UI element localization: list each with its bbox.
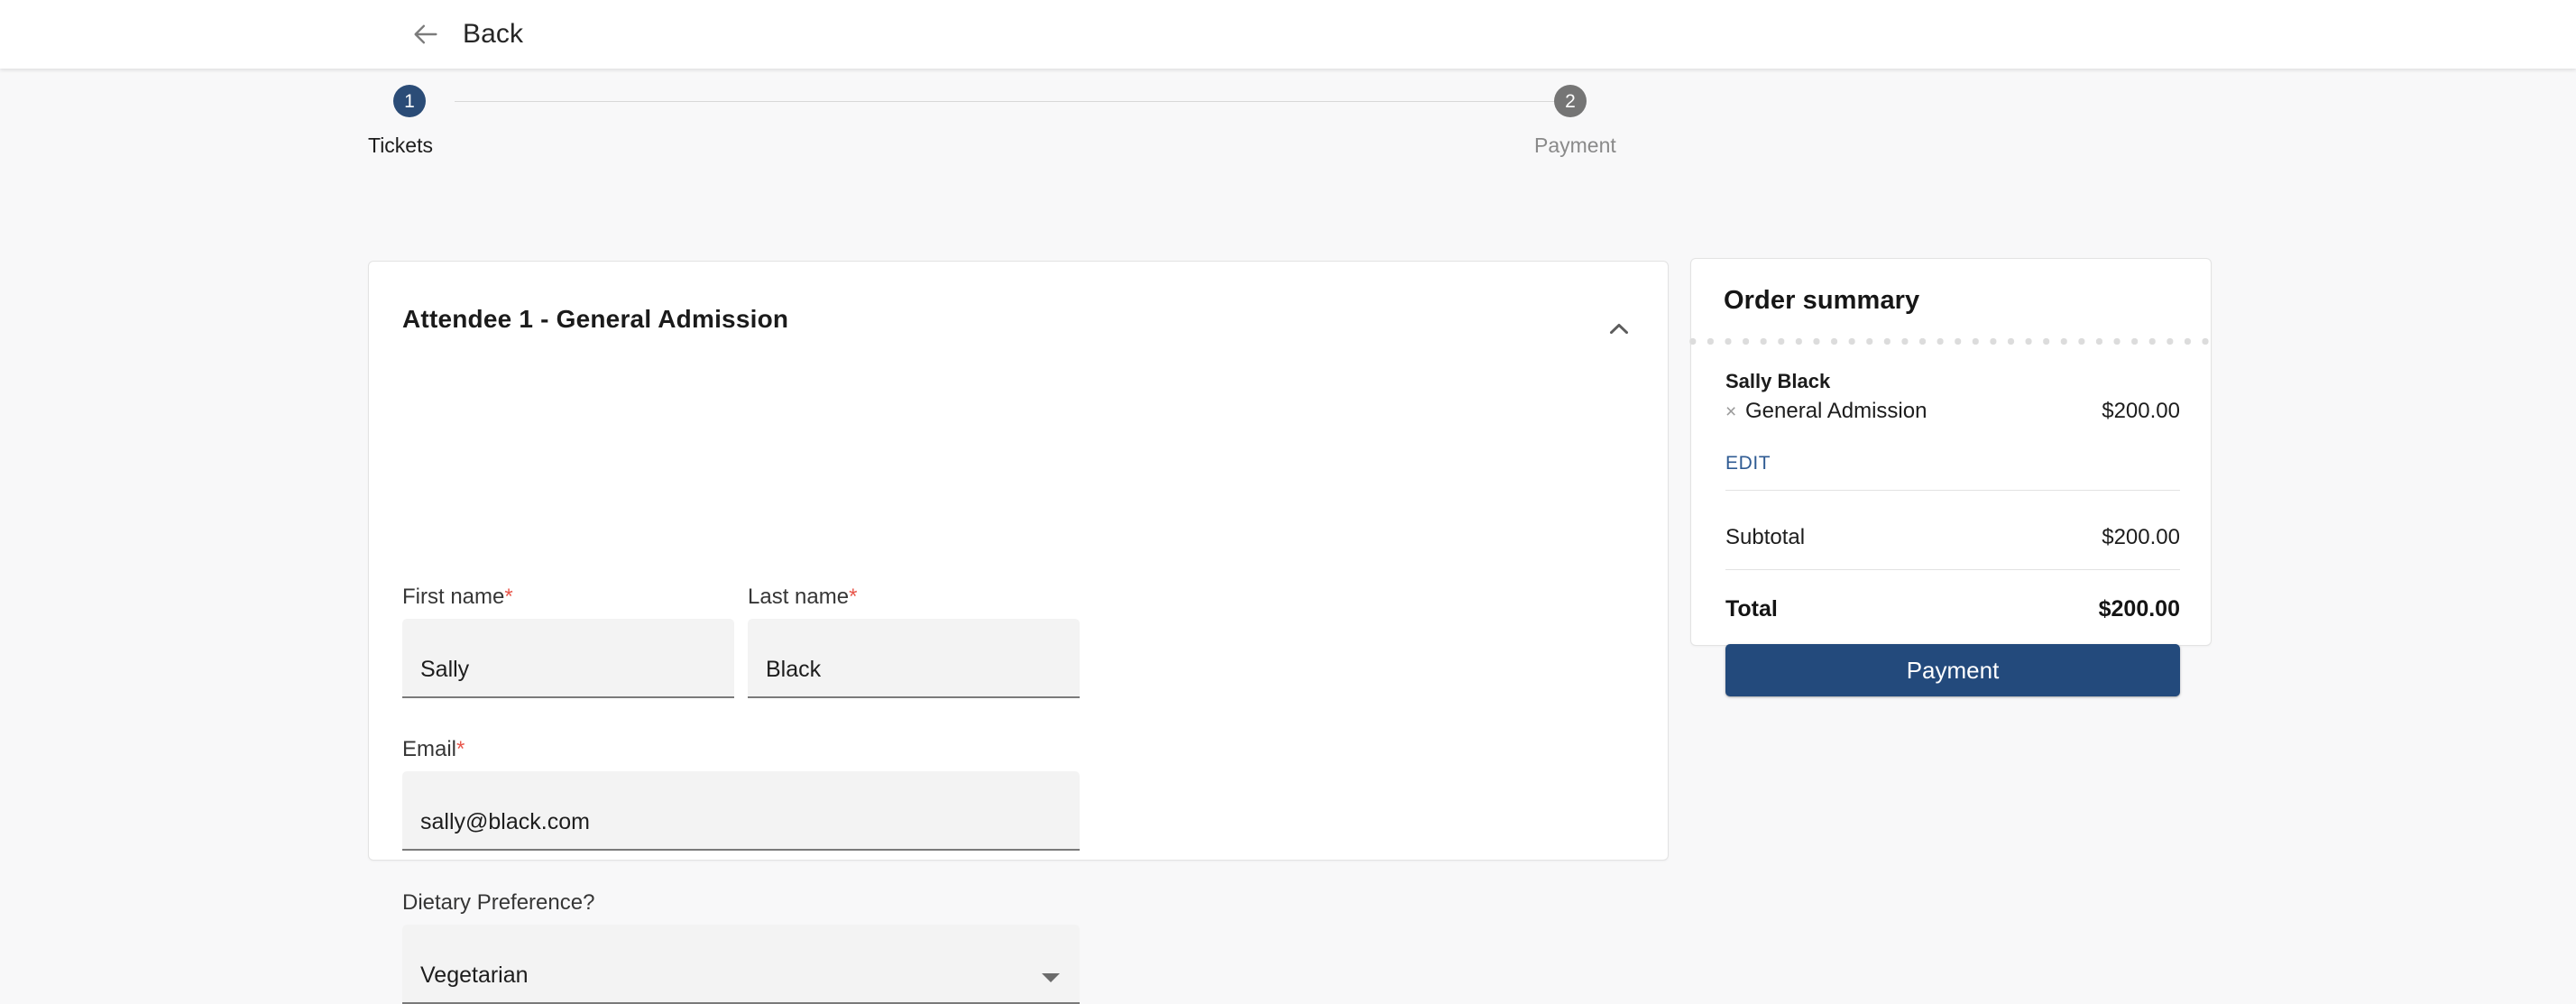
- last-name-required-mark: *: [849, 585, 858, 609]
- subtotal-row: Subtotal $200.00: [1725, 527, 2180, 554]
- last-name-input[interactable]: Black: [748, 619, 1080, 698]
- order-line-item: × General Admission $200.00: [1725, 400, 2180, 427]
- stepper-step-payment[interactable]: 2 Payment: [1486, 85, 1649, 156]
- subtotal-label: Subtotal: [1725, 525, 1806, 549]
- attendee-form-card: Attendee 1 - General Admission First nam…: [368, 261, 1669, 1004]
- stepper-step-tickets[interactable]: 1 Tickets: [368, 85, 530, 156]
- attendee-card-title: Attendee 1 - General Admission: [402, 305, 789, 333]
- first-name-value: Sally: [420, 657, 470, 682]
- order-summary-card: Order summary Sally Black × General Admi…: [1684, 258, 2220, 696]
- dotted-divider: [1684, 337, 2220, 345]
- top-app-bar: Back: [0, 0, 2576, 69]
- subtotal-value: $200.00: [2102, 525, 2180, 549]
- back-button[interactable]: Back: [410, 0, 523, 69]
- total-label: Total: [1725, 596, 1778, 622]
- first-name-required-mark: *: [504, 585, 513, 609]
- email-input[interactable]: sally@black.com: [402, 771, 1080, 851]
- first-name-input[interactable]: Sally: [402, 619, 734, 698]
- order-line-item-price: $200.00: [2102, 399, 2180, 423]
- chevron-up-icon[interactable]: [1604, 314, 1634, 345]
- caret-down-icon: [1042, 973, 1060, 982]
- back-label: Back: [463, 19, 524, 49]
- stepper-connector-line: [455, 101, 1557, 102]
- arrow-left-icon: [410, 19, 441, 50]
- page-body: 1 Tickets 2 Payment Attendee 1 - General…: [0, 69, 2576, 1004]
- checkout-stepper: 1 Tickets 2 Payment: [368, 85, 1649, 171]
- quantity-multiplier-icon: ×: [1725, 401, 1737, 422]
- edit-order-button[interactable]: EDIT: [1725, 453, 1771, 474]
- first-name-label-text: First name: [402, 585, 505, 609]
- dietary-preference-label-text: Dietary Preference?: [402, 890, 595, 915]
- last-name-value: Black: [766, 657, 822, 682]
- buyer-name: Sally Black: [1725, 370, 1831, 392]
- order-line-item-name: General Admission: [1745, 399, 1927, 423]
- stepper-step-2-badge: 2: [1554, 85, 1587, 117]
- email-required-mark: *: [456, 737, 465, 761]
- summary-divider-1: [1725, 490, 2180, 491]
- dietary-preference-label: Dietary Preference?: [402, 892, 594, 914]
- total-row: Total $200.00: [1725, 598, 2180, 625]
- email-label-text: Email: [402, 737, 457, 761]
- main-content: Attendee 1 - General Admission First nam…: [0, 186, 2576, 1004]
- attendee-card-header[interactable]: Attendee 1 - General Admission: [369, 262, 1668, 384]
- stepper-step-1-badge: 1: [393, 85, 426, 117]
- email-value: sally@black.com: [420, 809, 590, 834]
- payment-button[interactable]: Payment: [1725, 644, 2180, 696]
- last-name-label-text: Last name: [748, 585, 850, 609]
- first-name-label: First name*: [402, 586, 513, 608]
- email-label: Email*: [402, 739, 465, 760]
- total-value: $200.00: [2098, 596, 2180, 622]
- last-name-label: Last name*: [748, 586, 857, 608]
- order-summary-title: Order summary: [1724, 286, 1920, 315]
- dietary-preference-select[interactable]: Vegetarian: [402, 925, 1080, 1004]
- stepper-step-1-label: Tickets: [368, 134, 433, 157]
- stepper-step-2-label: Payment: [1534, 134, 1616, 157]
- dietary-preference-value: Vegetarian: [420, 963, 529, 988]
- summary-divider-2: [1725, 569, 2180, 570]
